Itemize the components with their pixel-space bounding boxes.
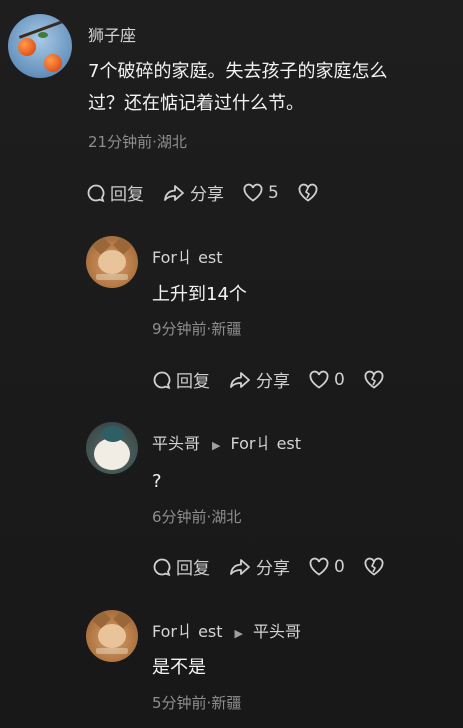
share-label: 分享 — [256, 372, 290, 392]
share-button[interactable]: 分享 — [228, 554, 290, 579]
comment-location: 湖北 — [211, 508, 242, 526]
reply-button[interactable]: 回复 — [86, 180, 144, 205]
like-count: 5 — [268, 182, 279, 203]
comment-author[interactable]: 狮子座 — [88, 22, 136, 46]
reply-label: 回复 — [110, 185, 144, 205]
reply-label: 回复 — [176, 372, 210, 392]
share-icon — [230, 371, 250, 388]
comment-time: 21分钟前 — [88, 133, 153, 151]
comment-text: 7个破碎的家庭。失去孩子的家庭怎么 过？还在惦记着过什么节。 — [88, 56, 387, 120]
share-button[interactable]: 分享 — [162, 180, 224, 205]
like-button[interactable]: 5 — [242, 183, 279, 203]
comment-author[interactable]: 平头哥 — [152, 434, 200, 453]
reply-icon — [87, 184, 105, 202]
avatar[interactable] — [8, 14, 72, 78]
dislike-button[interactable] — [363, 370, 389, 390]
avatar[interactable] — [86, 236, 138, 288]
comment-meta: 6分钟前·湖北 — [152, 506, 241, 527]
share-icon — [230, 558, 250, 575]
comment-author[interactable]: For丩 est — [152, 622, 223, 641]
comment-meta: 5分钟前·新疆 — [152, 692, 241, 713]
reply-button[interactable]: 回复 — [152, 367, 210, 392]
comment-text: ? — [152, 471, 162, 492]
comment-location: 新疆 — [211, 694, 242, 712]
comment-author[interactable]: For丩 est — [152, 244, 223, 268]
comment-author-line: For丩 est ▶ 平头哥 — [152, 618, 301, 642]
reply-icon — [153, 371, 171, 389]
reply-button[interactable]: 回复 — [152, 554, 210, 579]
comment-text: 上升到14个 — [152, 284, 247, 305]
comment-text-line: 过？还在惦记着过什么节。 — [88, 93, 304, 114]
share-label: 分享 — [256, 559, 290, 579]
comment-location: 新疆 — [211, 320, 242, 338]
like-count: 0 — [334, 369, 345, 390]
avatar[interactable] — [86, 610, 138, 662]
heart-icon — [309, 370, 329, 389]
avatar[interactable] — [86, 422, 138, 474]
heart-icon — [243, 183, 263, 202]
comment-actions: 回复 分享 0 — [152, 367, 407, 392]
broken-heart-icon — [364, 370, 384, 389]
comment-time: 5分钟前 — [152, 694, 207, 712]
comment-location: 湖北 — [156, 133, 187, 151]
like-count: 0 — [334, 556, 345, 577]
reply-to-author[interactable]: 平头哥 — [253, 622, 301, 641]
heart-icon — [309, 557, 329, 576]
dislike-button[interactable] — [363, 557, 389, 577]
comment-actions: 回复 分享 5 — [86, 180, 341, 205]
share-label: 分享 — [190, 185, 224, 205]
like-button[interactable]: 0 — [308, 557, 345, 577]
share-icon — [164, 184, 184, 201]
reply-arrow-icon: ▶ — [212, 439, 221, 452]
broken-heart-icon — [298, 183, 318, 202]
comment-meta: 21分钟前·湖北 — [88, 131, 187, 152]
comment-author-line: 平头哥 ▶ For丩 est — [152, 430, 301, 454]
like-button[interactable]: 0 — [308, 370, 345, 390]
share-button[interactable]: 分享 — [228, 367, 290, 392]
dislike-button[interactable] — [297, 183, 323, 203]
comment-time: 6分钟前 — [152, 508, 207, 526]
comment-text: 是不是 — [152, 657, 206, 678]
comment-time: 9分钟前 — [152, 320, 207, 338]
reply-icon — [153, 558, 171, 576]
reply-label: 回复 — [176, 559, 210, 579]
broken-heart-icon — [364, 557, 384, 576]
reply-arrow-icon: ▶ — [234, 627, 244, 640]
comment-actions: 回复 分享 0 — [152, 554, 407, 579]
reply-to-author[interactable]: For丩 est — [230, 434, 301, 453]
comment-meta: 9分钟前·新疆 — [152, 318, 241, 339]
comment-text-line: 7个破碎的家庭。失去孩子的家庭怎么 — [88, 61, 388, 82]
